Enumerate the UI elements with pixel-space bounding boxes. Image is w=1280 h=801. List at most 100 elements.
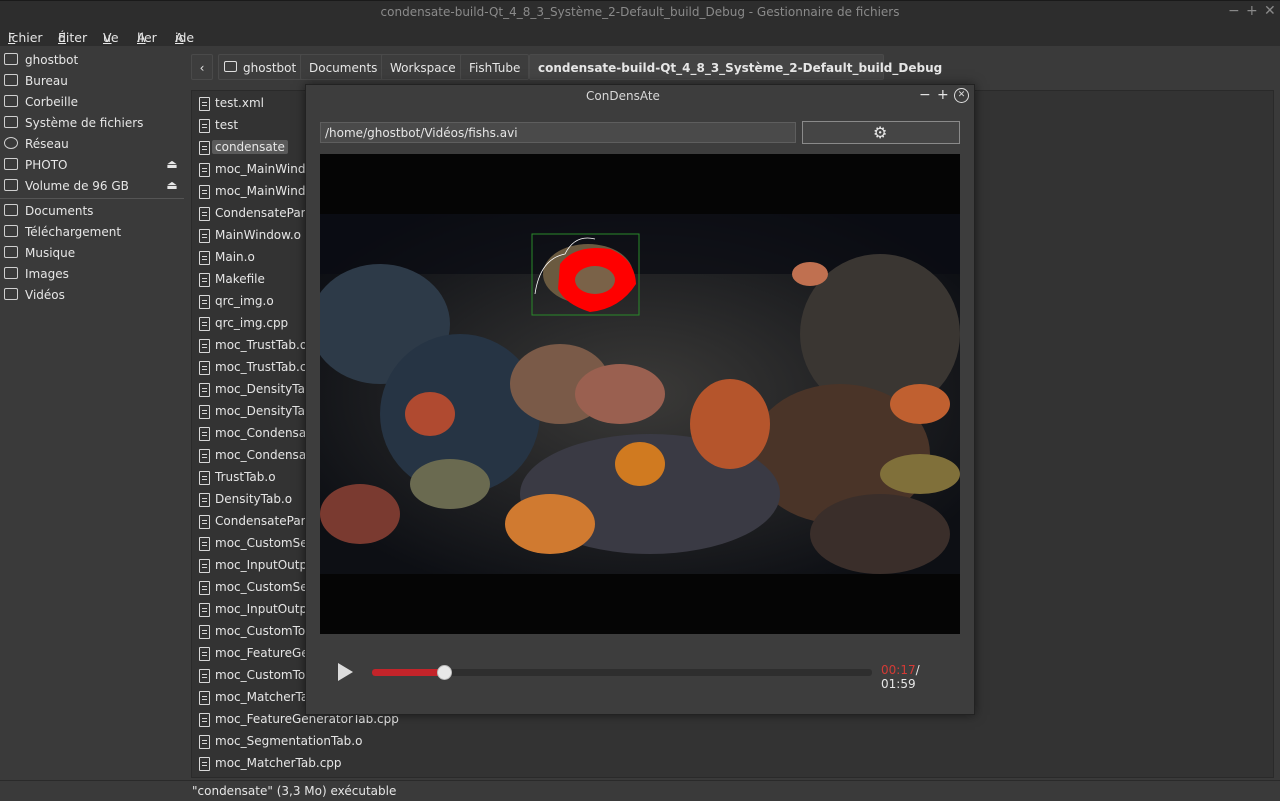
- file-name: condensate: [212, 140, 288, 154]
- sidebar-item-musique[interactable]: Musique: [0, 243, 184, 264]
- file-name: moc_MatcherTab: [215, 690, 316, 704]
- sidebar-item-videos[interactable]: Vidéos: [0, 285, 184, 306]
- sidebar-item-documents[interactable]: Documents: [0, 201, 184, 222]
- menubar: Fichier Éditer Vue Aller Aide: [0, 24, 1280, 46]
- file-name: Makefile: [215, 272, 265, 286]
- media-player: 00:17/ 01:59: [336, 659, 956, 691]
- folder-icon: [4, 225, 18, 237]
- status-text: "condensate" (3,3 Mo) exécutable: [192, 784, 397, 798]
- drive-icon: [4, 158, 18, 170]
- file-icon: [199, 471, 210, 485]
- dialog-title: ConDensAte: [586, 89, 660, 103]
- desktop-icon: [4, 74, 18, 86]
- file-name: test.xml: [215, 96, 264, 110]
- file-name: moc_CustomSele: [215, 536, 319, 550]
- file-icon: [199, 449, 210, 463]
- file-icon: [199, 559, 210, 573]
- home-folder-icon: [4, 53, 18, 65]
- dialog-close-button[interactable]: ✕: [954, 88, 969, 103]
- video-path-input[interactable]: [320, 122, 796, 143]
- file-name: moc_SegmentationTab.o: [215, 734, 363, 748]
- file-icon: [199, 735, 210, 749]
- file-name: test: [215, 118, 239, 132]
- file-name: moc_Condensate: [215, 426, 319, 440]
- video-image: [320, 214, 960, 574]
- file-icon: [199, 97, 210, 111]
- sidebar-item-corbeille[interactable]: Corbeille: [0, 92, 184, 113]
- dialog-maximize-button[interactable]: +: [937, 87, 949, 103]
- seek-bar[interactable]: [372, 665, 872, 680]
- minimize-button[interactable]: −: [1228, 3, 1240, 19]
- breadcrumb-documents[interactable]: Documents: [300, 54, 387, 80]
- play-icon[interactable]: [338, 663, 353, 681]
- file-name: TrustTab.o: [215, 470, 276, 484]
- file-name: moc_MatcherTab.cpp: [215, 756, 342, 770]
- file-name: qrc_img.o: [215, 294, 274, 308]
- file-icon: [199, 317, 210, 331]
- folder-icon: [4, 288, 18, 300]
- sidebar-item-ghostbot[interactable]: ghostbot: [0, 50, 184, 71]
- eject-icon[interactable]: ⏏: [165, 178, 179, 192]
- folder-icon: [4, 267, 18, 279]
- breadcrumb-workspace[interactable]: Workspace: [381, 54, 465, 80]
- breadcrumb-ghostbot[interactable]: ghostbot: [218, 54, 306, 80]
- dialog-minimize-button[interactable]: −: [919, 87, 931, 103]
- file-icon: [199, 405, 210, 419]
- file-icon: [199, 273, 210, 287]
- sidebar-divider: [0, 198, 184, 199]
- sidebar-item-bureau[interactable]: Bureau: [0, 71, 184, 92]
- sidebar: ghostbot Bureau Corbeille Système de fic…: [0, 48, 184, 778]
- sidebar-item-photo[interactable]: PHOTO ⏏: [0, 155, 184, 176]
- drive-icon: [4, 116, 18, 128]
- file-icon: [199, 603, 210, 617]
- file-icon: [199, 713, 210, 727]
- drive-icon: [4, 179, 18, 191]
- file-icon: [199, 647, 210, 661]
- window-titlebar: condensate-build-Qt_4_8_3_Système_2-Defa…: [0, 0, 1280, 25]
- settings-button[interactable]: ⚙: [802, 121, 960, 144]
- file-icon: [199, 185, 210, 199]
- file-name: Main.o: [215, 250, 255, 264]
- file-name: moc_DensityTab.: [215, 382, 317, 396]
- time-display: 00:17/ 01:59: [881, 663, 956, 691]
- back-button[interactable]: ‹: [191, 54, 213, 80]
- file-icon: [199, 427, 210, 441]
- file-icon: [199, 119, 210, 133]
- file-name: moc_DensityTab.: [215, 404, 317, 418]
- network-icon: [4, 137, 18, 149]
- file-name: moc_InputOutpu: [215, 558, 315, 572]
- file-icon: [199, 163, 210, 177]
- file-icon: [199, 537, 210, 551]
- file-icon: [199, 361, 210, 375]
- condensate-dialog: ConDensAte − + ✕ ⚙: [305, 84, 975, 715]
- file-name: moc_TrustTab.o: [215, 338, 308, 352]
- file-icon: [199, 207, 210, 221]
- seek-progress: [372, 669, 444, 676]
- folder-icon: [4, 246, 18, 258]
- sidebar-item-images[interactable]: Images: [0, 264, 184, 285]
- sidebar-item-telechargement[interactable]: Téléchargement: [0, 222, 184, 243]
- file-icon: [199, 339, 210, 353]
- file-icon: [199, 515, 210, 529]
- home-folder-icon: [224, 61, 237, 72]
- gear-icon: ⚙: [873, 123, 888, 142]
- file-icon: [199, 141, 210, 155]
- seek-handle[interactable]: [436, 665, 452, 680]
- close-button[interactable]: ✕: [1264, 3, 1276, 19]
- breadcrumb-fishtube[interactable]: FishTube: [460, 54, 530, 80]
- file-icon: [199, 229, 210, 243]
- sidebar-item-volume[interactable]: Volume de 96 GB ⏏: [0, 176, 184, 197]
- sidebar-item-systeme[interactable]: Système de fichiers: [0, 113, 184, 134]
- maximize-button[interactable]: +: [1246, 3, 1258, 19]
- file-icon: [199, 383, 210, 397]
- file-icon: [199, 669, 210, 683]
- sidebar-item-reseau[interactable]: Réseau: [0, 134, 184, 155]
- file-icon: [199, 493, 210, 507]
- file-name: MainWindow.o: [215, 228, 302, 242]
- file-name: moc_InputOutpu: [215, 602, 315, 616]
- trash-icon: [4, 95, 18, 107]
- breadcrumb-current[interactable]: condensate-build-Qt_4_8_3_Système_2-Defa…: [529, 54, 942, 80]
- file-icon: [199, 251, 210, 265]
- eject-icon[interactable]: ⏏: [165, 157, 179, 171]
- video-frame: [320, 154, 960, 634]
